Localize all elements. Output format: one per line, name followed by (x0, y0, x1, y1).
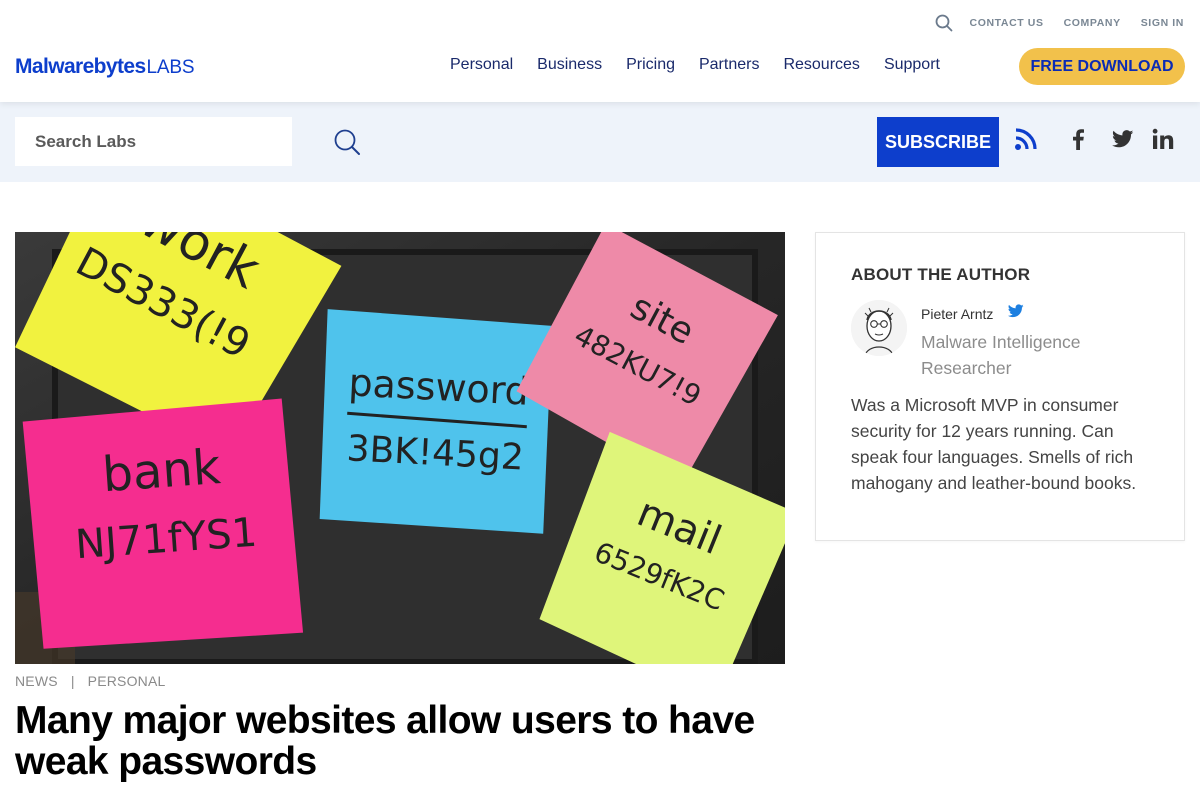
article-title: Many major websites allow users to have … (15, 699, 755, 783)
search-icon[interactable] (934, 13, 954, 33)
logo-labs: LABS (146, 57, 195, 78)
article-hero-image: work DS333(!9 password 3BK!45g2 site 482… (15, 232, 785, 664)
sticky-notes-illustration: work DS333(!9 password 3BK!45g2 site 482… (15, 232, 785, 664)
main-nav: Personal Business Pricing Partners Resou… (438, 56, 952, 74)
company-link[interactable]: COMPANY (1064, 17, 1121, 29)
nav-item-personal[interactable]: Personal (438, 56, 525, 74)
search-icon[interactable] (333, 128, 361, 156)
category-news-link[interactable]: NEWS (15, 673, 58, 689)
note-bank-heading: bank (101, 439, 223, 503)
rss-icon[interactable] (1013, 126, 1039, 152)
category-separator: | (70, 673, 75, 689)
article-categories: NEWS | PERSONAL (15, 673, 166, 689)
site-header: CONTACT US COMPANY SIGN IN Malwarebytes … (0, 0, 1200, 102)
search-labs-input[interactable] (15, 117, 292, 166)
nav-item-partners[interactable]: Partners (687, 56, 771, 74)
author-avatar[interactable] (851, 300, 907, 356)
twitter-icon[interactable] (1110, 126, 1136, 152)
labs-subbar: SUBSCRIBE (0, 102, 1200, 182)
contact-us-link[interactable]: CONTACT US (970, 17, 1044, 29)
author-bio: Was a Microsoft MVP in consumer security… (851, 395, 1137, 493)
twitter-icon[interactable] (1007, 304, 1024, 318)
sign-in-link[interactable]: SIGN IN (1141, 17, 1184, 29)
about-author-heading: ABOUT THE AUTHOR (851, 265, 1031, 284)
about-author-card: ABOUT THE AUTHOR Pieter Arntz Malware In… (815, 232, 1185, 541)
author-role: Malware Intelligence Researcher (921, 332, 1081, 378)
malwarebytes-labs-logo[interactable]: Malwarebytes LABS (15, 55, 195, 79)
free-download-button[interactable]: FREE DOWNLOAD (1019, 48, 1185, 85)
facebook-icon[interactable] (1065, 126, 1091, 152)
nav-item-resources[interactable]: Resources (771, 56, 871, 74)
subscribe-button[interactable]: SUBSCRIBE (877, 117, 999, 167)
nav-item-support[interactable]: Support (872, 56, 952, 74)
linkedin-icon[interactable] (1150, 126, 1176, 152)
logo-wordmark: Malwarebytes (15, 55, 146, 78)
utility-nav: CONTACT US COMPANY SIGN IN (934, 12, 1184, 34)
category-personal-link[interactable]: PERSONAL (88, 673, 166, 689)
nav-item-business[interactable]: Business (525, 56, 614, 74)
author-name[interactable]: Pieter Arntz (921, 306, 993, 322)
nav-item-pricing[interactable]: Pricing (614, 56, 687, 74)
